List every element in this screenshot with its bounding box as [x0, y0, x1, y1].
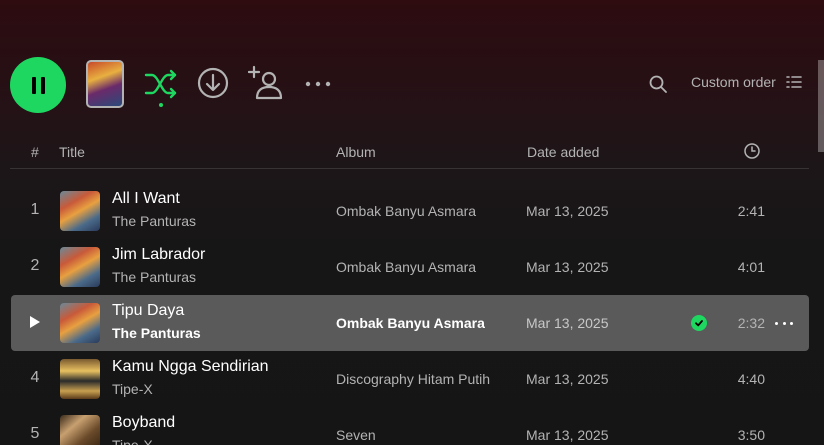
- track-title[interactable]: Jim Labrador: [112, 246, 205, 264]
- pause-button[interactable]: [10, 57, 66, 113]
- track-date-added: Mar 13, 2025: [526, 203, 609, 219]
- table-header: # Title Album Date added: [10, 136, 809, 169]
- track-row[interactable]: 5 Boyband Tipe-X Seven Mar 13, 2025 3:50: [11, 407, 809, 445]
- shuffle-active-indicator: [159, 103, 163, 107]
- track-number: 5: [30, 425, 40, 442]
- invite-collaborator-icon: [248, 65, 283, 100]
- track-album[interactable]: Seven: [336, 427, 376, 443]
- album-art: [60, 359, 100, 399]
- album-art: [60, 415, 100, 445]
- track-number: 1: [30, 201, 40, 218]
- track-title[interactable]: Boyband: [112, 414, 175, 432]
- track-title[interactable]: Tipu Daya: [112, 302, 184, 320]
- header-duration[interactable]: [744, 143, 760, 162]
- track-artist[interactable]: The Panturas: [112, 213, 196, 229]
- album-art: [60, 303, 100, 343]
- track-album[interactable]: Ombak Banyu Asmara: [336, 315, 485, 331]
- track-row[interactable]: 2 Jim Labrador The Panturas Ombak Banyu …: [11, 239, 809, 295]
- track-artist[interactable]: The Panturas: [112, 325, 201, 341]
- track-album[interactable]: Ombak Banyu Asmara: [336, 259, 476, 275]
- track-number: 4: [30, 369, 40, 386]
- download-icon: [197, 67, 229, 99]
- download-button[interactable]: [196, 66, 230, 100]
- search-button[interactable]: [646, 72, 670, 96]
- search-icon: [649, 75, 667, 93]
- track-more-button[interactable]: [775, 314, 793, 332]
- track-date-added: Mar 13, 2025: [526, 427, 609, 443]
- track-title[interactable]: All I Want: [112, 190, 180, 208]
- track-duration: 4:01: [737, 259, 765, 275]
- header-title[interactable]: Title: [59, 144, 85, 160]
- shuffle-icon: [144, 69, 177, 99]
- play-icon[interactable]: [30, 316, 40, 328]
- album-art: [60, 247, 100, 287]
- sort-button[interactable]: Custom order: [691, 74, 802, 90]
- album-art: [60, 191, 100, 231]
- track-row-selected[interactable]: Tipu Daya The Panturas Ombak Banyu Asmar…: [11, 295, 809, 351]
- check-icon: [695, 320, 703, 327]
- scrollbar[interactable]: [818, 60, 824, 152]
- pause-icon: [31, 76, 45, 94]
- track-duration: 3:50: [737, 427, 765, 443]
- track-artist[interactable]: The Panturas: [112, 269, 196, 285]
- track-artist[interactable]: Tipe-X: [112, 381, 153, 397]
- more-icon: [305, 81, 331, 87]
- invite-collaborator-button[interactable]: [247, 64, 285, 102]
- track-number: 2: [30, 257, 40, 274]
- track-date-added: Mar 13, 2025: [526, 315, 609, 331]
- saved-check-button[interactable]: [691, 315, 707, 331]
- track-album[interactable]: Ombak Banyu Asmara: [336, 203, 476, 219]
- playlist-cover-thumbnail[interactable]: [86, 60, 124, 108]
- track-date-added: Mar 13, 2025: [526, 371, 609, 387]
- track-row[interactable]: 1 All I Want The Panturas Ombak Banyu As…: [11, 183, 809, 239]
- header-date-added[interactable]: Date added: [527, 144, 599, 160]
- shuffle-button[interactable]: [143, 66, 179, 102]
- track-album[interactable]: Discography Hitam Putih: [336, 371, 490, 387]
- track-duration: 2:41: [737, 203, 765, 219]
- track-duration: 2:32: [737, 315, 765, 331]
- track-duration: 4:40: [737, 371, 765, 387]
- clock-icon: [744, 143, 760, 159]
- track-artist[interactable]: Tipe-X: [112, 437, 153, 445]
- sort-label: Custom order: [691, 74, 776, 90]
- track-row[interactable]: 4 Kamu Ngga Sendirian Tipe-X Discography…: [11, 351, 809, 407]
- list-icon: [786, 76, 802, 88]
- track-date-added: Mar 13, 2025: [526, 259, 609, 275]
- more-options-button[interactable]: [302, 70, 334, 98]
- header-album[interactable]: Album: [336, 144, 376, 160]
- track-title[interactable]: Kamu Ngga Sendirian: [112, 358, 269, 376]
- header-number: #: [31, 144, 39, 160]
